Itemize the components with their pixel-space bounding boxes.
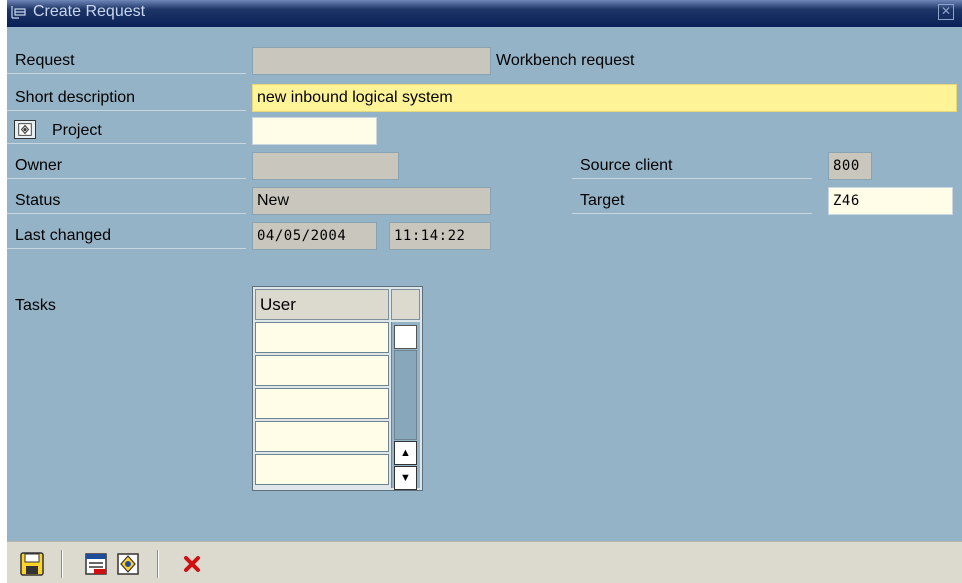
table-row[interactable] <box>255 454 389 485</box>
table-row[interactable] <box>255 421 389 452</box>
source-client-field: 800 <box>828 152 872 180</box>
project-label: Project <box>7 117 246 144</box>
tasks-label: Tasks <box>15 297 56 314</box>
last-changed-label: Last changed <box>7 222 246 249</box>
close-icon[interactable]: ✕ <box>938 4 954 20</box>
toolbar-separator <box>61 550 63 578</box>
project-input[interactable] <box>252 117 377 145</box>
request-label: Request <box>7 47 246 74</box>
scroll-up-icon[interactable]: ▲ <box>394 441 417 465</box>
short-description-input[interactable]: new inbound logical system <box>252 84 957 112</box>
table-row[interactable] <box>255 322 389 353</box>
source-client-label: Source client <box>572 152 812 179</box>
target-input[interactable]: Z46 <box>828 187 953 215</box>
toolbar-separator <box>157 550 159 578</box>
table-row[interactable] <box>255 355 389 386</box>
create-request-dialog: Create Request ✕ Request Workbench reque… <box>7 0 962 583</box>
tasks-table: User ▲ ▼ <box>252 286 423 491</box>
window-title: Create Request <box>33 3 146 20</box>
dialog-icon <box>11 6 26 19</box>
scrollbar-thumb[interactable] <box>394 325 417 349</box>
project-icon[interactable] <box>14 120 36 139</box>
own-requests-icon[interactable] <box>82 550 110 578</box>
project-icon[interactable] <box>114 550 142 578</box>
cancel-icon[interactable] <box>178 550 206 578</box>
save-icon[interactable] <box>18 550 46 578</box>
owner-label: Owner <box>7 152 246 179</box>
target-label: Target <box>572 187 812 214</box>
title-bar: Create Request ✕ <box>7 0 962 27</box>
scrollbar-track[interactable] <box>394 350 417 440</box>
last-changed-date: 04/05/2004 <box>252 222 377 250</box>
table-row[interactable] <box>255 388 389 419</box>
status-label: Status <box>7 187 246 214</box>
short-description-label: Short description <box>7 84 246 111</box>
last-changed-time: 11:14:22 <box>389 222 491 250</box>
scroll-down-icon[interactable]: ▼ <box>394 466 417 490</box>
request-field <box>252 47 491 75</box>
status-field: New <box>252 187 491 215</box>
user-column-header[interactable]: User <box>255 289 389 320</box>
request-type-text: Workbench request <box>496 52 635 69</box>
vertical-scrollbar[interactable]: ▲ ▼ <box>391 322 420 490</box>
footer-toolbar <box>7 541 962 583</box>
table-settings-corner[interactable] <box>391 289 420 320</box>
owner-field <box>252 152 399 180</box>
